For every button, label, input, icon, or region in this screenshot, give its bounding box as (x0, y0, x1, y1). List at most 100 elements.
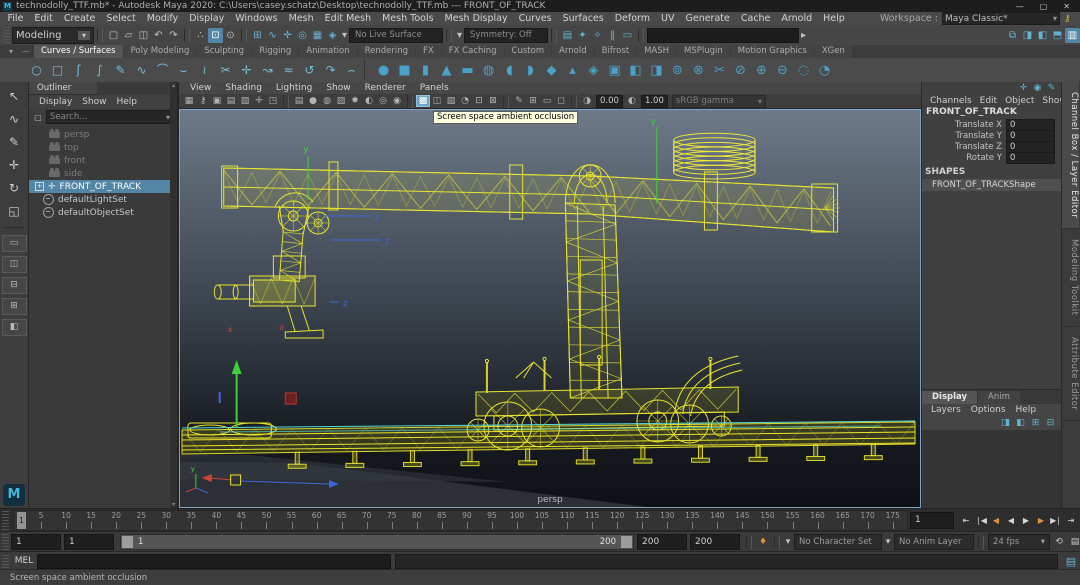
menu-windows[interactable]: Windows (230, 13, 283, 24)
scroll-down-icon[interactable]: ▾ (170, 501, 177, 508)
gamma-field[interactable]: 1.00 (641, 95, 668, 108)
shelf-tab-rigging[interactable]: Rigging (252, 45, 298, 58)
menu-edit[interactable]: Edit (29, 13, 58, 24)
outliner-scrollbar[interactable]: ▴ ▾ (170, 82, 177, 508)
arc-two-point-icon[interactable]: ⌣ (173, 60, 194, 81)
motion-blur-icon[interactable]: ◫ (430, 95, 444, 107)
character-set-selector[interactable]: No Character Set (794, 534, 882, 550)
two-d-pan-zoom-icon[interactable]: ✛ (252, 95, 266, 107)
ssao-icon[interactable]: ▩ (416, 95, 430, 107)
curve-fillet-icon[interactable]: ⌢ (341, 60, 362, 81)
playback-loop-icon[interactable]: ⟲ (1051, 535, 1067, 550)
rotate-tool-icon[interactable]: ↻ (4, 178, 25, 199)
layer-menu-help[interactable]: Help (1011, 405, 1042, 415)
menu-cache[interactable]: Cache (735, 13, 776, 24)
lock-camera-icon[interactable]: ⚷ (196, 95, 210, 107)
nurbs-sphere-icon[interactable]: ● (373, 60, 394, 81)
search-input[interactable]: Search... ▾ (46, 110, 174, 124)
shelf-tab-fx-caching[interactable]: FX Caching (442, 45, 504, 58)
outliner-item-defaultlightset[interactable]: defaultLightSet (29, 193, 177, 206)
four-pane-layout-button[interactable]: ⊞ (2, 298, 27, 315)
nurbs-torus-icon[interactable]: ◍ (478, 60, 499, 81)
go-to-end-button[interactable]: ⇥ (1063, 513, 1078, 529)
render-frame-icon[interactable]: ✦ (575, 28, 590, 43)
live-surface-field[interactable]: No Live Surface (349, 28, 443, 43)
outliner-item-defaultobjectset[interactable]: defaultObjectSet (29, 206, 177, 219)
viewport-menu-shading[interactable]: Shading (218, 83, 269, 93)
minimize-button[interactable]: — (1016, 2, 1024, 11)
outliner-menu-display[interactable]: Display (35, 97, 76, 107)
two-pane-stacked-layout-button[interactable]: ⊟ (2, 277, 27, 294)
snap-point-icon[interactable]: ✛ (280, 28, 295, 43)
raise-windows-icon[interactable]: ⧉ (1005, 28, 1020, 43)
bevel-plus-icon[interactable]: ◨ (646, 60, 667, 81)
step-forward-key-button[interactable]: ▶ (1033, 513, 1048, 529)
viewport-menu-view[interactable]: View (183, 83, 218, 93)
fps-selector[interactable]: 24 fps▾ (988, 534, 1050, 550)
contrast-icon[interactable]: ◐ (625, 95, 639, 107)
go-to-start-button[interactable]: ⇤ (958, 513, 973, 529)
revolve-icon[interactable]: ◖ (499, 60, 520, 81)
menu-surfaces[interactable]: Surfaces (557, 13, 609, 24)
current-frame-marker[interactable]: 1 (17, 512, 26, 529)
outliner-menu-help[interactable]: Help (112, 97, 141, 107)
shelf-tab-sculpting[interactable]: Sculpting (197, 45, 251, 58)
menu-edit-mesh[interactable]: Edit Mesh (319, 13, 376, 24)
select-camera-icon[interactable]: ▦ (182, 95, 196, 107)
command-input[interactable] (37, 554, 391, 569)
outliner-title[interactable]: Outliner (29, 82, 97, 95)
render-view-icon[interactable]: ▤ (560, 28, 575, 43)
shelf-tab-arnold[interactable]: Arnold (552, 45, 594, 58)
menu-create[interactable]: Create (58, 13, 101, 24)
two-pane-side-layout-button[interactable]: ◫ (2, 256, 27, 273)
new-empty-layer-icon[interactable]: ⊞ (1029, 416, 1042, 431)
menu-arnold[interactable]: Arnold (776, 13, 818, 24)
outliner-item-persp[interactable]: persp (29, 128, 177, 141)
lasso-tool-icon[interactable]: ∿ (4, 109, 25, 130)
menu-mesh-display[interactable]: Mesh Display (439, 13, 513, 24)
menu-display[interactable]: Display (184, 13, 230, 24)
open-close-surface-icon[interactable]: ◌ (793, 60, 814, 81)
detach-curves-icon[interactable]: ✂ (215, 60, 236, 81)
reverse-curve-icon[interactable]: ↷ (320, 60, 341, 81)
channelbox-menu-edit[interactable]: Edit (976, 96, 1001, 106)
menu-curves[interactable]: Curves (513, 13, 557, 24)
shelf-tab-msplugin[interactable]: MSPlugin (677, 45, 730, 58)
viewport-menu-renderer[interactable]: Renderer (358, 83, 413, 93)
depth-of-field-icon[interactable]: ◔ (458, 95, 472, 107)
outliner-item-front-of-track[interactable]: +✛FRONT_OF_TRACK (29, 180, 177, 193)
expand-icon[interactable]: + (35, 182, 44, 191)
step-forward-frame-button[interactable]: ▶❘ (1048, 513, 1063, 529)
mel-grip[interactable] (2, 554, 9, 568)
shelf-tab-custom[interactable]: Custom (505, 45, 552, 58)
surface-fillet-icon[interactable]: ◔ (814, 60, 835, 81)
viewport-menu-show[interactable]: Show (319, 83, 357, 93)
open-scene-icon[interactable]: ▱ (121, 28, 136, 43)
shelf-tab-xgen[interactable]: XGen (815, 45, 852, 58)
input-selector-icon[interactable]: ▭ (620, 28, 635, 43)
sidebar-tab-channel-box-layer-editor[interactable]: Channel Box / Layer Editor (1062, 82, 1079, 229)
command-language-toggle[interactable]: MEL (11, 556, 37, 566)
ep-curve-icon[interactable]: ∫ (89, 60, 110, 81)
layer-menu-options[interactable]: Options (966, 405, 1011, 415)
trim-tool-icon[interactable]: ✂ (709, 60, 730, 81)
object-mode-icon[interactable]: ⊡ (208, 28, 223, 43)
nurbs-cylinder-icon[interactable]: ▮ (415, 60, 436, 81)
bevel-icon[interactable]: ◧ (625, 60, 646, 81)
script-editor-icon[interactable]: ▤ (1062, 554, 1080, 569)
shelf-tab-animation[interactable]: Animation (299, 45, 356, 58)
wireframe-icon[interactable]: ▤ (292, 95, 306, 107)
channel-value-field[interactable]: 0 (1006, 152, 1055, 164)
pause-viewport-icon[interactable]: ‖ (605, 28, 620, 43)
range-start-handle[interactable] (122, 536, 133, 548)
close-button[interactable]: ✕ (1063, 2, 1070, 11)
menu-mesh[interactable]: Mesh (283, 13, 319, 24)
shape-node-name[interactable]: FRONT_OF_TRACKShape (922, 179, 1061, 191)
resolution-gate-icon[interactable]: ◻ (554, 95, 568, 107)
xray-icon[interactable]: ⊠ (486, 95, 500, 107)
nurbs-plane-icon[interactable]: ▬ (457, 60, 478, 81)
toggle-channel-box-icon[interactable]: ▥ (1065, 28, 1080, 43)
menu-file[interactable]: File (2, 13, 29, 24)
outliner-item-front[interactable]: front (29, 154, 177, 167)
shelf-tab-curves-surfaces[interactable]: Curves / Surfaces (34, 45, 123, 58)
